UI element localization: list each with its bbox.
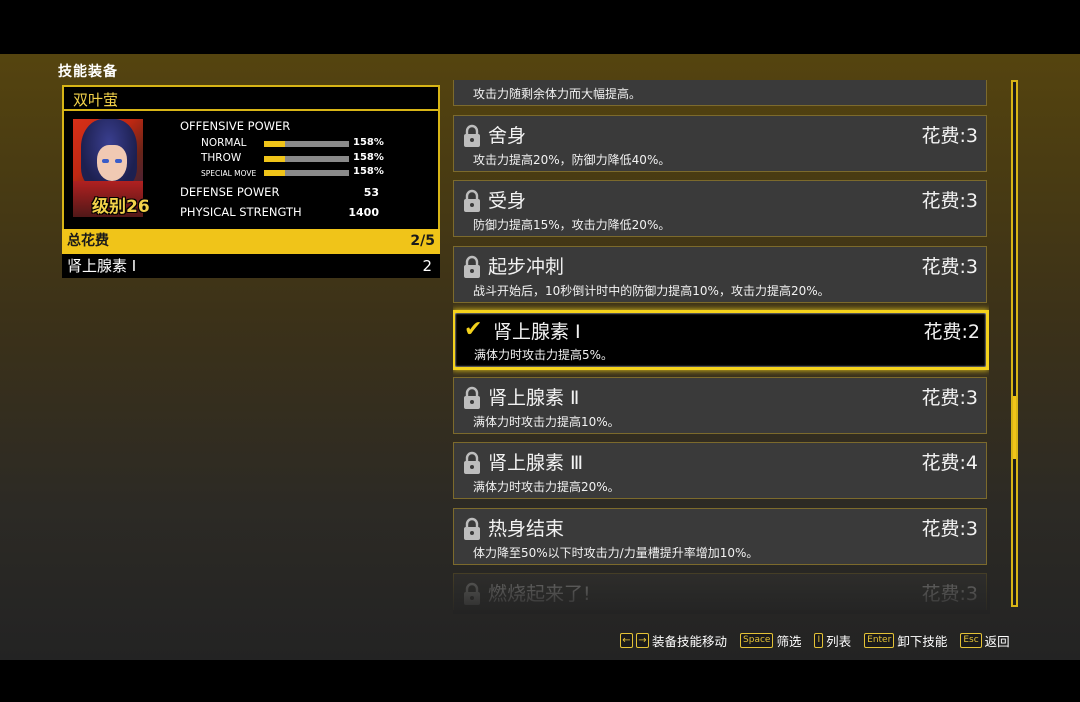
i-key-icon: I [814,633,824,648]
skill-cost: 花费:3 [921,517,979,540]
skill-description: 满体力时攻击力提高5%。 [474,348,614,362]
physical-strength-label: PHYSICAL STRENGTH [180,205,302,219]
lock-icon [462,582,482,606]
skill-cost: 花费:3 [921,255,979,278]
hint-filter-label: 筛选 [776,634,802,649]
skill-cost: 花费:3 [921,124,979,147]
throw-bar [264,156,349,162]
special-move-label: SPECIAL MOVE [201,169,257,178]
hint-list[interactable]: I 列表 [814,631,851,650]
skill-item[interactable]: 肾上腺素 Ⅱ 花费:3 满体力时攻击力提高10%。 [453,376,987,434]
hint-back-label: 返回 [984,634,1010,649]
skill-item[interactable]: 舍身 花费:3 攻击力提高20%，防御力降低40%。 [453,114,987,172]
left-arrow-key-icon: ← [620,633,633,648]
normal-bar [264,141,349,147]
normal-label: NORMAL [201,137,247,149]
total-cost-row: 总花费 2/5 [62,229,440,254]
scrollbar-thumb[interactable] [1013,395,1016,459]
defense-power-value: 53 [363,186,379,199]
normal-value: 158% [353,137,384,148]
skill-name: 肾上腺素 Ⅲ [488,452,584,474]
skill-cost: 花费:3 [921,190,979,212]
skill-description: 攻击力随剩余体力而大幅提高。 [473,87,642,101]
skill-cost: 花费:4 [921,452,979,474]
hint-unequip[interactable]: Enter 卸下技能 [864,631,947,650]
defense-power-label: DEFENSE POWER [180,185,280,199]
skill-item[interactable]: 热身结束 花费:3 体力降至50%以下时攻击力/力量槽提升率增加10%。 [453,507,987,565]
total-cost-label: 总花费 [67,233,109,249]
scrollbar[interactable] [1011,80,1018,607]
skill-item[interactable]: 起步冲刺 花费:3 战斗开始后，10秒倒计时中的防御力提高10%，攻击力提高20%。 [453,245,987,303]
skill-cost: 花费:3 [921,386,979,409]
hint-unequip-label: 卸下技能 [897,634,948,649]
check-icon: ✔ [464,317,483,342]
hint-filter[interactable]: Space 筛选 [740,631,801,650]
skill-name: 起步冲刺 [488,255,565,278]
skill-name: 受身 [488,190,527,212]
control-hints: ← → 装备技能移动 Space 筛选 I 列表 Enter 卸下技能 Esc … [620,631,1010,650]
right-arrow-key-icon: → [636,633,649,648]
lock-icon [462,255,482,279]
character-stats: 级别26 OFFENSIVE POWER NORMAL 158% THROW 1… [62,111,440,229]
skill-equip-screen: 技能装备 双叶萤 级别26 OFFENSIVE POWER NORMAL 158… [0,54,1080,660]
skill-description: 满体力时攻击力提高10%。 [473,414,620,429]
lock-icon [462,451,482,475]
skill-item[interactable]: ✔ 肾上腺素 Ⅰ 花费:2 满体力时攻击力提高5%。 [453,310,989,370]
special-move-bar [264,170,349,176]
skill-name: 燃烧起来了! [488,583,591,605]
lock-icon [462,124,482,148]
hint-move[interactable]: ← → 装备技能移动 [620,631,727,650]
skill-description: 体力降至50%以下时攻击力/力量槽提升率增加10%。 [473,545,759,560]
skill-name: 肾上腺素 Ⅰ [493,321,581,343]
lock-icon [462,386,482,410]
skill-cost: 花费:3 [921,583,979,605]
character-level: 级别26 [92,197,150,217]
esc-key-icon: Esc [960,633,982,648]
throw-label: THROW [201,152,242,164]
skill-cost: 花费:2 [923,321,981,343]
skill-description: 满体力时攻击力提高20%。 [473,480,620,494]
equipped-skill-name: 肾上腺素 Ⅰ [67,257,137,275]
skill-item[interactable]: 燃烧起来了! 花费:3 [453,573,987,610]
equipped-skill-row[interactable]: 肾上腺素 Ⅰ 2 [62,254,440,278]
hint-list-label: 列表 [826,634,852,649]
character-panel: 双叶萤 级别26 OFFENSIVE POWER NORMAL 158% THR… [62,85,440,278]
equipped-skill-cost: 2 [422,257,432,275]
hint-move-label: 装备技能移动 [652,634,728,649]
skill-item[interactable]: 肾上腺素 Ⅲ 花费:4 满体力时攻击力提高20%。 [453,442,987,499]
space-key-icon: Space [740,633,774,648]
skill-description: 防御力提高15%，攻击力降低20%。 [473,218,671,232]
character-name: 双叶萤 [62,85,440,111]
skill-description: 攻击力提高20%，防御力降低40%。 [473,152,671,167]
lock-icon [462,189,482,213]
skill-item[interactable]: 攻击力随剩余体力而大幅提高。 [453,80,987,106]
hint-back[interactable]: Esc 返回 [960,631,1010,650]
special-move-value: 158% [353,166,384,177]
enter-key-icon: Enter [864,633,895,648]
throw-value: 158% [353,152,384,163]
skill-item[interactable]: 受身 花费:3 防御力提高15%，攻击力降低20%。 [453,180,987,237]
physical-strength-value: 1400 [348,206,379,219]
skill-name: 舍身 [488,124,527,147]
skill-name: 肾上腺素 Ⅱ [488,386,580,409]
offensive-power-label: OFFENSIVE POWER [180,119,291,133]
skill-list: 攻击力随剩余体力而大幅提高。 舍身 花费:3 攻击力提高20%，防御力降低40%。 受身… [453,80,989,610]
skill-description: 战斗开始后，10秒倒计时中的防御力提高10%，攻击力提高20%。 [473,283,830,298]
skill-name: 热身结束 [488,517,565,540]
lock-icon [462,517,482,541]
screen-title: 技能装备 [58,64,118,80]
total-cost-value: 2/5 [410,233,435,249]
